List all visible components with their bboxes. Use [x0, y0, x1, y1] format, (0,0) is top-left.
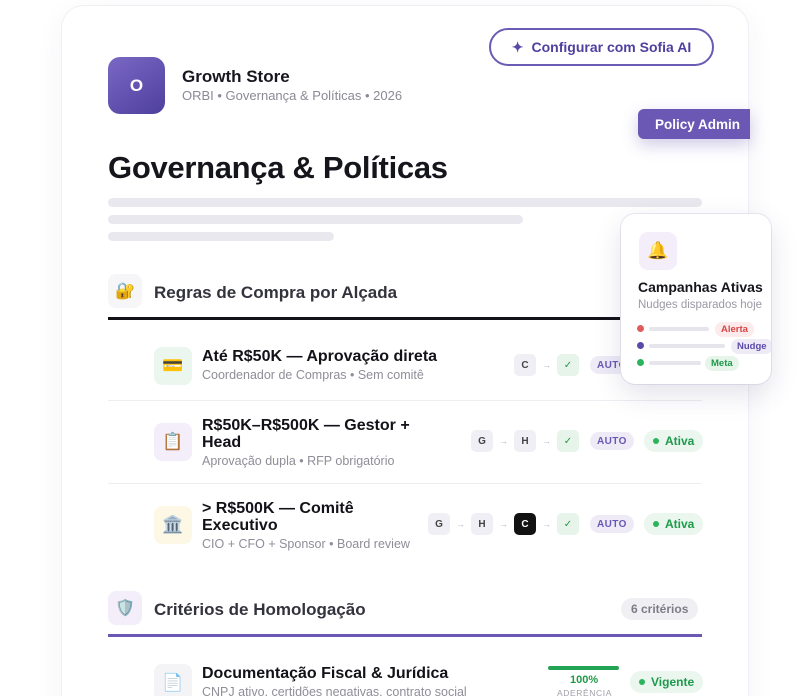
legend-dot-nudge	[637, 342, 644, 349]
rule-subtitle: Aprovação dupla • RFP obrigatório	[202, 454, 395, 468]
status-label: Vigente	[651, 675, 695, 689]
status-badge: Ativa	[644, 513, 704, 535]
configure-sofia-ai-label: Configurar com Sofia AI	[531, 39, 692, 55]
store-name: Growth Store	[182, 67, 290, 86]
campaign-title: Campanhas Ativas	[638, 279, 763, 295]
sparkle-icon: ✦	[511, 38, 524, 55]
section-divider	[108, 317, 702, 320]
lock-key-icon: 🔐	[108, 274, 142, 308]
legend-dot-goal	[637, 359, 644, 366]
bank-building-icon: 🏛️	[154, 506, 192, 544]
status-label: Ativa	[665, 434, 695, 448]
rule-title: Até R$50K — Aprovação direta	[202, 348, 438, 365]
section-divider	[108, 634, 702, 637]
legend-dot-alert	[637, 325, 644, 332]
role-tag-label: Policy Admin	[655, 116, 741, 132]
adherence-progress-fill	[548, 666, 619, 670]
legend-line	[649, 344, 725, 348]
rule-title-line2: Head	[202, 434, 242, 451]
arrow-right-icon: →	[456, 519, 465, 529]
legend-tag-goal: Meta	[705, 356, 739, 371]
section-title-homologation: Critérios de Homologação	[154, 600, 366, 619]
adherence-label: ADERÊNCIA	[557, 688, 612, 696]
configure-sofia-ai-button[interactable]: ✦ Configurar com Sofia AI	[489, 28, 714, 66]
status-badge: Vigente	[630, 671, 704, 693]
criterion-title: Documentação Fiscal & Jurídica	[202, 665, 449, 682]
rule-subtitle: Coordenador de Compras • Sem comitê	[202, 368, 424, 382]
legend-tag-alert: Alerta	[715, 322, 754, 337]
criterion-subtitle: CNPJ ativo, certidões negativas, contrat…	[202, 685, 467, 696]
logo-letter: O	[129, 75, 144, 95]
campaign-subtitle: Nudges disparados hoje	[638, 299, 763, 311]
status-dot	[639, 679, 645, 685]
check-icon: ✓	[557, 354, 579, 376]
legend-tag-nudge: Nudge	[731, 339, 771, 354]
credit-card-icon: 💳	[154, 347, 192, 385]
approver-chip: H	[514, 430, 536, 452]
mode-badge: AUTO	[590, 432, 634, 450]
approver-chip: G	[428, 513, 450, 535]
active-campaigns-card[interactable]: 🔔 Campanhas Ativas Nudges disparados hoj…	[621, 214, 771, 384]
rule-title-line1: > R$500K — Comitê	[202, 500, 354, 517]
arrow-right-icon: →	[499, 519, 508, 529]
role-tag: Policy Admin	[638, 109, 750, 139]
arrow-right-icon: →	[542, 519, 551, 529]
row-divider	[108, 483, 702, 484]
approver-chip-active: C	[514, 513, 536, 535]
approver-chip: C	[514, 354, 536, 376]
criteria-count-badge: 6 critérios	[621, 598, 699, 620]
rule-title-line1: R$50K–R$500K — Gestor +	[202, 417, 410, 434]
store-logo: O	[108, 57, 165, 114]
document-icon: 📄	[154, 664, 192, 696]
page-title: Governança & Políticas	[108, 150, 448, 185]
legend-line	[649, 327, 709, 331]
approver-chip: H	[471, 513, 493, 535]
rule-title-line2: Executivo	[202, 517, 278, 534]
check-icon: ✓	[557, 430, 579, 452]
legend-line	[649, 361, 701, 365]
approver-chip: G	[471, 430, 493, 452]
section-title-purchase-rules: Regras de Compra por Alçada	[154, 283, 398, 302]
adherence-value: 100%	[570, 674, 599, 686]
adherence-progress-bar	[548, 666, 619, 670]
skeleton-line	[108, 198, 702, 207]
check-icon: ✓	[557, 513, 579, 535]
clipboard-icon: 📋	[154, 423, 192, 461]
shield-icon: 🛡️	[108, 591, 142, 625]
status-dot	[653, 521, 659, 527]
skeleton-line	[108, 215, 523, 224]
arrow-right-icon: →	[542, 436, 551, 446]
bell-icon: 🔔	[639, 232, 677, 270]
row-divider	[108, 400, 702, 401]
store-breadcrumb: ORBI • Governança & Políticas • 2026	[182, 88, 403, 103]
mode-badge: AUTO	[590, 515, 634, 533]
status-badge: Ativa	[644, 430, 704, 452]
rule-subtitle: CIO + CFO + Sponsor • Board review	[202, 537, 410, 551]
status-label: Ativa	[665, 517, 695, 531]
skeleton-line	[108, 232, 334, 241]
status-dot	[653, 438, 659, 444]
arrow-right-icon: →	[542, 360, 551, 370]
arrow-right-icon: →	[499, 436, 508, 446]
